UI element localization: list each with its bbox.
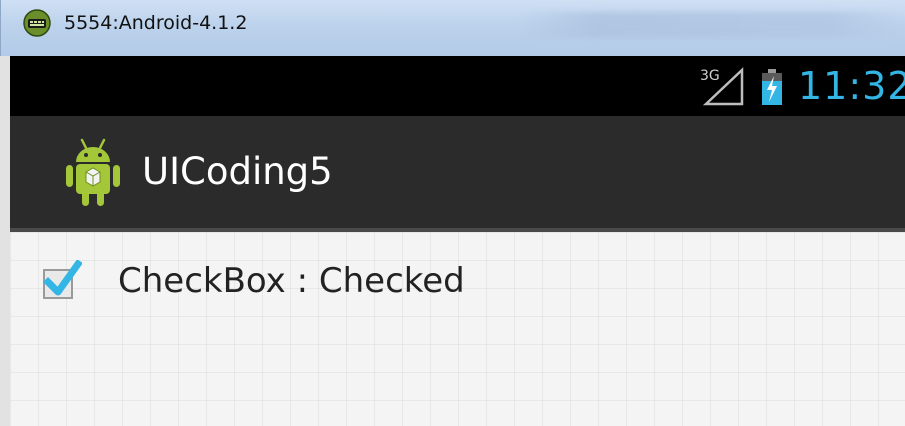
- app-title: UICoding5: [142, 150, 333, 193]
- checkbox-row[interactable]: CheckBox : Checked: [40, 256, 465, 306]
- content-area: CheckBox : Checked: [10, 232, 905, 426]
- blurred-taskbar-area: [521, 12, 905, 38]
- status-time: 11:32: [798, 64, 905, 108]
- checkbox-label[interactable]: CheckBox : Checked: [118, 259, 465, 303]
- android-emulator-icon: [23, 9, 51, 37]
- android-status-bar: 3G 11:32: [10, 56, 905, 116]
- emulator-window-titlebar: 5554:Android-4.1.2: [0, 0, 905, 56]
- signal-icon: 3G: [700, 67, 744, 106]
- action-bar: UICoding5: [10, 116, 905, 232]
- network-type-label: 3G: [700, 68, 720, 84]
- android-logo-icon: [66, 138, 120, 206]
- battery-charging-icon: [762, 69, 782, 105]
- window-left-border: [0, 56, 10, 426]
- window-title: 5554:Android-4.1.2: [64, 12, 248, 34]
- checkbox-checked-icon[interactable]: [40, 260, 82, 302]
